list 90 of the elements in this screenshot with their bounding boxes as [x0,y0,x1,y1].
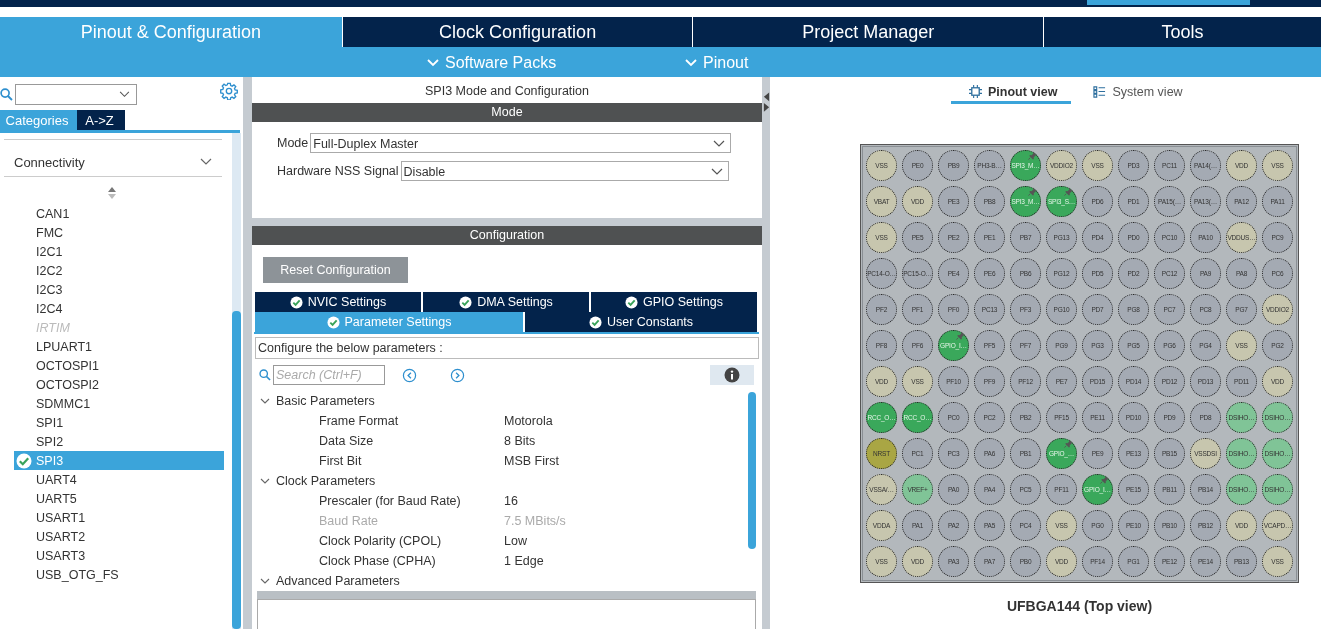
parameter-value[interactable]: MSB First [504,454,559,468]
scrollbar-thumb[interactable] [232,311,241,629]
main-tab[interactable]: Clock Configuration [342,17,693,47]
search-icon [259,369,271,381]
chevron-down-icon [200,158,212,166]
pushpin-icon [1064,439,1073,448]
settings-tab[interactable]: User Constants [525,312,757,332]
package-caption: UFBGA144 (Top view) [1005,598,1154,614]
parameter-value[interactable]: 1 Edge [504,554,544,568]
chevron-down-icon [710,168,723,176]
hint-text: Configure the below parameters : [255,337,759,359]
pushpin-icon [1028,151,1037,160]
peripheral-item[interactable]: OCTOSPI1 [14,356,224,375]
dropdown[interactable]: Full-Duplex Master [310,133,732,153]
parameter-name: Data Size [319,434,375,448]
parameter-name: Clock Phase (CPHA) [319,554,437,568]
field-label: Mode [277,136,309,150]
chevron-down-icon [260,476,270,486]
peripheral-item[interactable]: I2C3 [14,280,224,299]
chevron-down-icon [260,396,270,406]
settings-tab[interactable]: NVIC Settings [255,292,421,312]
check-icon [588,315,602,329]
peripheral-item[interactable]: I2C2 [14,261,224,280]
check-icon [625,295,639,309]
pushpin-icon [956,331,965,340]
chevron-down-icon [427,59,439,67]
collapse-arrows-icon[interactable] [762,91,770,113]
parameter-group[interactable]: Basic Parameters [258,391,748,411]
peripheral-item[interactable]: I2C4 [14,299,224,318]
settings-icon[interactable] [220,82,238,100]
view-tab[interactable]: Pinout view [951,82,1072,104]
section-header: Configuration [252,226,762,245]
settings-tab[interactable]: DMA Settings [423,292,589,312]
parameter-value[interactable]: 8 Bits [504,434,536,448]
search-icon [0,87,13,101]
peripheral-item[interactable]: USART3 [14,546,224,565]
main-tab[interactable]: Project Manager [693,17,1044,47]
peripheral-item[interactable]: LPUART1 [14,337,224,356]
peripheral-item[interactable]: USB_OTG_FS [14,565,224,584]
parameter-name: Baud Rate [319,514,380,528]
field-label: Hardware NSS Signal [277,164,399,178]
chevron-down-icon [119,90,130,98]
peripheral-item[interactable]: SPI2 [14,432,224,451]
next-icon[interactable] [450,367,465,383]
settings-tab[interactable]: GPIO Settings [591,292,757,312]
parameter-group[interactable]: Advanced Parameters [258,571,748,591]
scrollbar[interactable] [232,133,241,629]
pushpin-icon [1064,187,1073,196]
parameter-name: Clock Polarity (CPOL) [319,534,443,548]
peripheral-item[interactable]: I2C1 [14,242,224,261]
check-icon [459,295,473,309]
parameter-value[interactable]: Motorola [504,414,553,428]
previous-icon[interactable] [402,367,417,383]
pushpin-icon [1100,475,1109,484]
parameter-group[interactable]: Clock Parameters [258,471,748,491]
scrollbar-thumb[interactable] [748,392,756,549]
parameter-value[interactable]: Low [504,534,527,548]
sort-icon[interactable] [108,187,116,199]
parameter-value[interactable]: 16 [504,494,518,508]
reset-button[interactable]: Reset Configuration [263,257,408,283]
pushpin-icon [1028,187,1037,196]
search-combo[interactable] [15,83,137,105]
parameter-name: Prescaler (for Baud Rate) [319,494,462,508]
peripheral-item[interactable]: UART4 [14,470,224,489]
chevron-down-icon [713,140,726,148]
chip-icon [969,85,982,98]
chevron-down-icon [685,59,697,67]
section-header: Mode [252,103,762,122]
info-icon[interactable] [724,367,740,383]
view-tab[interactable]: System view [1089,82,1183,104]
search-field[interactable]: Search (Ctrl+F) [273,365,385,385]
peripheral-item[interactable]: USART2 [14,527,224,546]
peripheral-item[interactable]: FMC [14,223,224,242]
view-tab[interactable]: A->Z [77,110,125,130]
main-tab[interactable]: Tools [1044,17,1321,47]
check-icon [289,295,303,309]
panel-title: SPI3 Mode and Configuration [424,83,590,100]
peripheral-item[interactable]: UART5 [14,489,224,508]
peripheral-item[interactable]: OCTOSPI2 [14,375,224,394]
list-icon [1093,85,1107,98]
chevron-down-icon [260,576,270,586]
check-icon [326,315,340,329]
dropdown[interactable]: Disable [400,161,729,181]
peripheral-item[interactable]: SDMMC1 [14,394,224,413]
parameter-name: Frame Format [319,414,400,428]
peripheral-item[interactable]: CAN1 [14,204,224,223]
peripheral-item[interactable]: SPI1 [14,413,224,432]
parameter-name: First Bit [319,454,363,468]
category-header[interactable]: Connectivity [4,139,222,177]
peripheral-item[interactable]: USART1 [14,508,224,527]
